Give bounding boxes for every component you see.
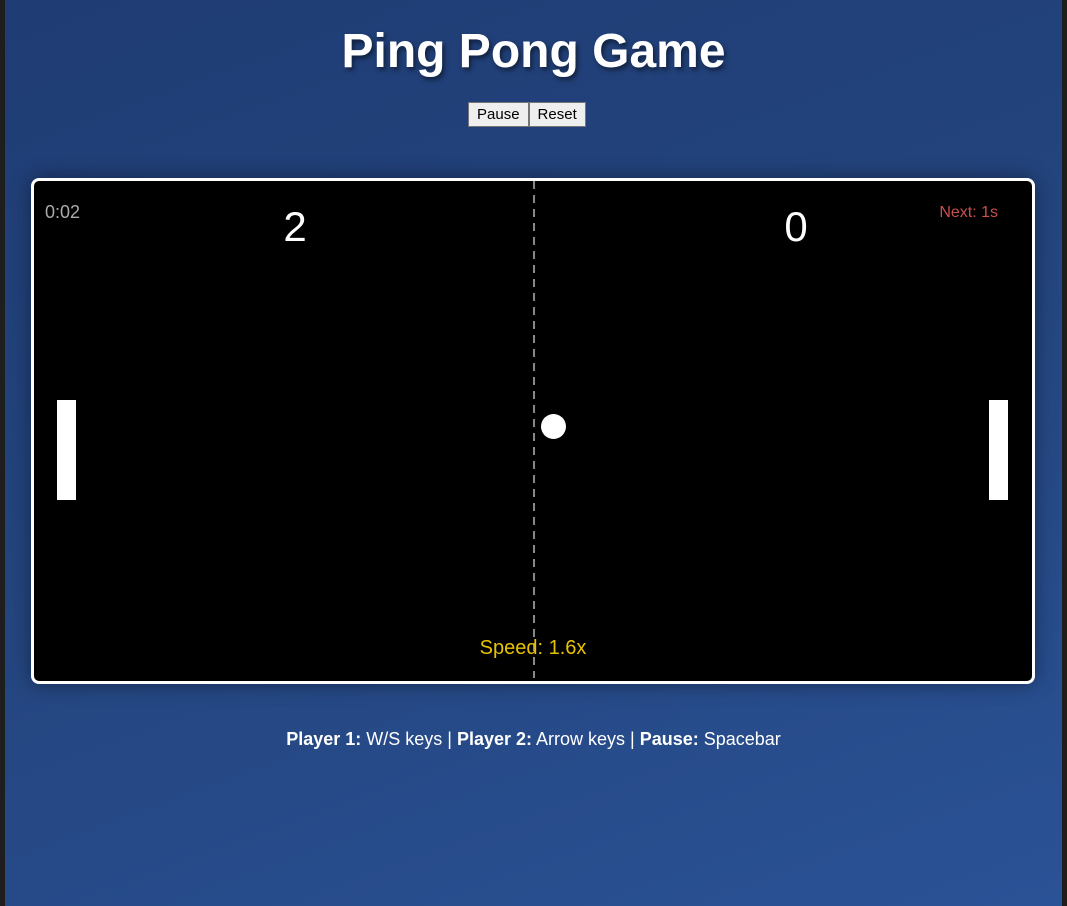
help-p1-label: Player 1:	[286, 729, 362, 749]
controls-help: Player 1: W/S keys | Player 2: Arrow key…	[5, 729, 1062, 750]
help-p2-keys: Arrow keys |	[532, 729, 640, 749]
help-pause-label: Pause:	[639, 729, 699, 749]
game-timer: 0:02	[45, 202, 81, 222]
page-background: Ping Pong Game Pause Reset 0:02 2 0 Next…	[5, 0, 1062, 906]
right-paddle	[989, 400, 1008, 500]
ball	[541, 414, 566, 439]
help-pause-key: Spacebar	[698, 729, 781, 749]
score-player-1: 2	[283, 203, 307, 250]
page-title: Ping Pong Game	[341, 25, 726, 78]
next-speedup-timer: Next: 1s	[939, 204, 998, 221]
help-p2-label: Player 2:	[456, 729, 532, 749]
speed-indicator: Speed: 1.6x	[479, 637, 587, 659]
game-canvas[interactable]: 0:02 2 0 Next: 1s Speed: 1.6x	[31, 178, 1035, 684]
center-net	[533, 181, 535, 678]
score-player-2: 0	[784, 203, 808, 250]
pause-button[interactable]: Pause	[468, 102, 529, 127]
reset-button[interactable]: Reset	[528, 102, 586, 127]
left-paddle	[57, 400, 76, 500]
help-p1-keys: W/S keys |	[361, 729, 457, 749]
game-controls: Pause Reset	[468, 102, 586, 127]
